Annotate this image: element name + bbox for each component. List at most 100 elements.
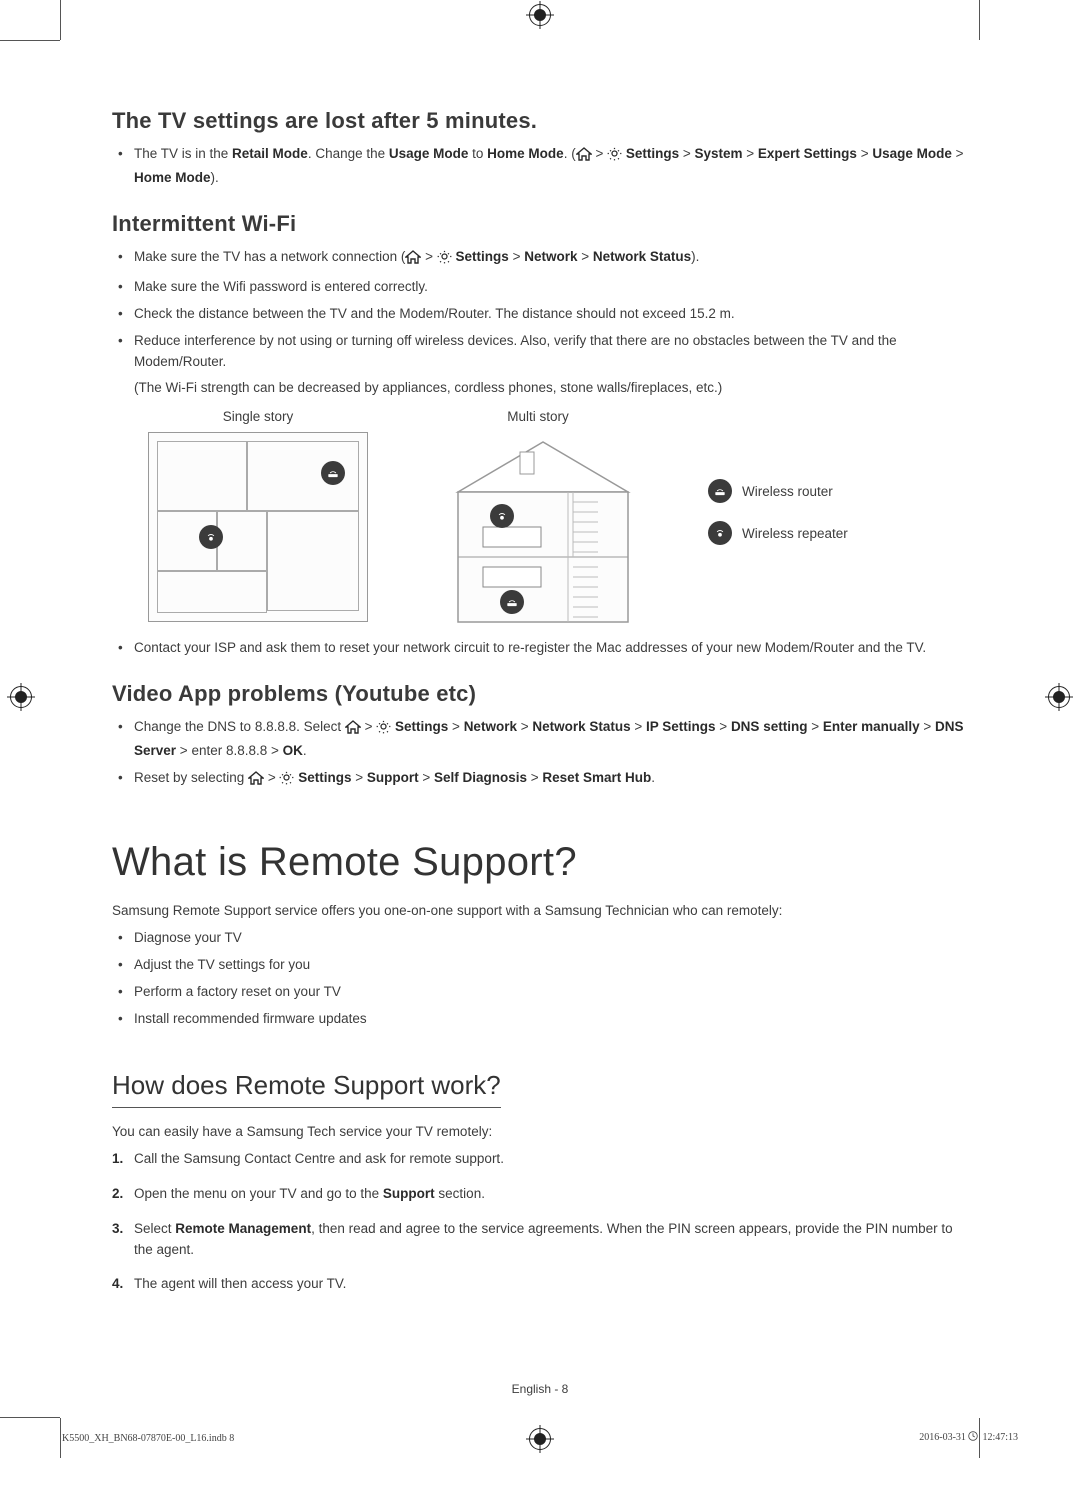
bold-text: Usage Mode	[872, 146, 952, 161]
chevron: >	[361, 719, 376, 734]
chevron: >	[351, 770, 366, 785]
bold-text: Settings	[391, 719, 448, 734]
bold-text: Reset Smart Hub	[542, 770, 651, 785]
chevron: >	[176, 743, 191, 758]
footer-time: 12:47:13	[982, 1432, 1018, 1443]
bold-text: IP Settings	[646, 719, 716, 734]
gear-icon	[279, 770, 294, 792]
list-item: Install recommended firmware updates	[134, 1009, 968, 1030]
lead-text: Samsung Remote Support service offers yo…	[112, 903, 968, 918]
floorplan-diagram	[148, 432, 368, 622]
bold-text: Usage Mode	[389, 146, 469, 161]
legend-label: Wireless router	[742, 484, 833, 499]
text: The TV is in the	[134, 146, 232, 161]
bold-text: Settings	[622, 146, 679, 161]
list-item: Adjust the TV settings for you	[134, 955, 968, 976]
chevron: >	[419, 770, 434, 785]
chevron: >	[527, 770, 542, 785]
bold-text: Support	[367, 770, 419, 785]
bold-text: Home Mode	[134, 170, 211, 185]
chevron: >	[577, 249, 592, 264]
text: . Change the	[308, 146, 389, 161]
text: Make sure the TV has a network connectio…	[134, 249, 405, 264]
list-item: Contact your ISP and ask them to reset y…	[134, 638, 968, 659]
list-item: Reset by selecting > Settings > Support …	[134, 768, 968, 792]
crop-mark	[0, 1417, 60, 1418]
bold-text: Network Status	[593, 249, 691, 264]
bold-text: Home Mode	[487, 146, 564, 161]
chevron: >	[509, 249, 524, 264]
bold-text: OK	[283, 743, 303, 758]
text: ).	[691, 249, 699, 264]
step-item: Open the menu on your TV and go to the S…	[134, 1184, 968, 1205]
home-icon	[576, 147, 592, 168]
bold-text: Retail Mode	[232, 146, 308, 161]
home-icon	[345, 720, 361, 741]
chevron: >	[264, 770, 279, 785]
crop-mark	[0, 40, 60, 41]
text: to	[468, 146, 487, 161]
chevron: >	[743, 146, 758, 161]
bold-text: Settings	[452, 249, 509, 264]
page-footer-left: K5500_XH_BN68-07870E-00_L16.indb 8	[62, 1433, 234, 1444]
text: .	[303, 743, 307, 758]
crop-mark	[60, 0, 61, 40]
chevron: >	[421, 249, 436, 264]
gear-icon	[607, 146, 622, 168]
home-icon	[405, 250, 421, 271]
footer-date: 2016-03-31	[919, 1432, 968, 1443]
registration-mark-icon	[10, 686, 32, 708]
list-item: Make sure the Wifi password is entered c…	[134, 277, 968, 298]
chevron: >	[448, 719, 463, 734]
home-icon	[248, 771, 264, 792]
list-item: Change the DNS to 8.8.8.8. Select > Sett…	[134, 717, 968, 762]
legend-label: Wireless repeater	[742, 526, 848, 541]
list-item: Diagnose your TV	[134, 928, 968, 949]
gear-icon	[376, 719, 391, 741]
heading-wifi: Intermittent Wi-Fi	[112, 211, 968, 237]
text: Change the DNS to 8.8.8.8. Select	[134, 719, 345, 734]
clock-icon	[968, 1431, 978, 1444]
chevron: >	[679, 146, 694, 161]
step-item: Select Remote Management, then read and …	[134, 1219, 968, 1261]
chevron: >	[631, 719, 646, 734]
bold-text: Support	[383, 1186, 435, 1201]
bold-text: DNS setting	[731, 719, 808, 734]
bold-text: Network Status	[532, 719, 630, 734]
crop-mark	[979, 0, 980, 40]
house-diagram	[428, 432, 648, 622]
bold-text: Settings	[294, 770, 351, 785]
page-footer-center: English - 8	[0, 1382, 1080, 1396]
crop-mark	[60, 1418, 61, 1458]
chevron: >	[592, 146, 607, 161]
list-item: Make sure the TV has a network connectio…	[134, 247, 968, 271]
text: . (	[564, 146, 576, 161]
chevron: >	[517, 719, 532, 734]
registration-mark-icon	[529, 4, 551, 26]
bold-text: System	[694, 146, 742, 161]
bold-text: Expert Settings	[758, 146, 857, 161]
router-badge-icon	[708, 479, 732, 503]
text: Select	[134, 1221, 175, 1236]
text: section.	[435, 1186, 485, 1201]
lead-text: You can easily have a Samsung Tech servi…	[112, 1124, 968, 1139]
registration-mark-icon	[529, 1428, 551, 1450]
page-footer-right: 2016-03-31 12:47:13	[919, 1431, 1018, 1444]
chevron: >	[271, 743, 283, 758]
chevron: >	[857, 146, 872, 161]
bold-text: Self Diagnosis	[434, 770, 527, 785]
gear-icon	[437, 249, 452, 271]
step-item: Call the Samsung Contact Centre and ask …	[134, 1149, 968, 1170]
legend: Wireless router Wireless repeater	[708, 479, 848, 545]
heading-video: Video App problems (Youtube etc)	[112, 681, 968, 707]
list-item: Perform a factory reset on your TV	[134, 982, 968, 1003]
heading-tv-settings: The TV settings are lost after 5 minutes…	[112, 108, 968, 134]
text: Open the menu on your TV and go to the	[134, 1186, 383, 1201]
list-item: The TV is in the Retail Mode. Change the…	[134, 144, 968, 189]
list-item: Reduce interference by not using or turn…	[134, 331, 968, 373]
list-item: Check the distance between the TV and th…	[134, 304, 968, 325]
note-text: (The Wi-Fi strength can be decreased by …	[134, 378, 968, 399]
text: Reset by selecting	[134, 770, 248, 785]
heading-how-works: How does Remote Support work?	[112, 1070, 501, 1108]
bold-text: Network	[524, 249, 577, 264]
